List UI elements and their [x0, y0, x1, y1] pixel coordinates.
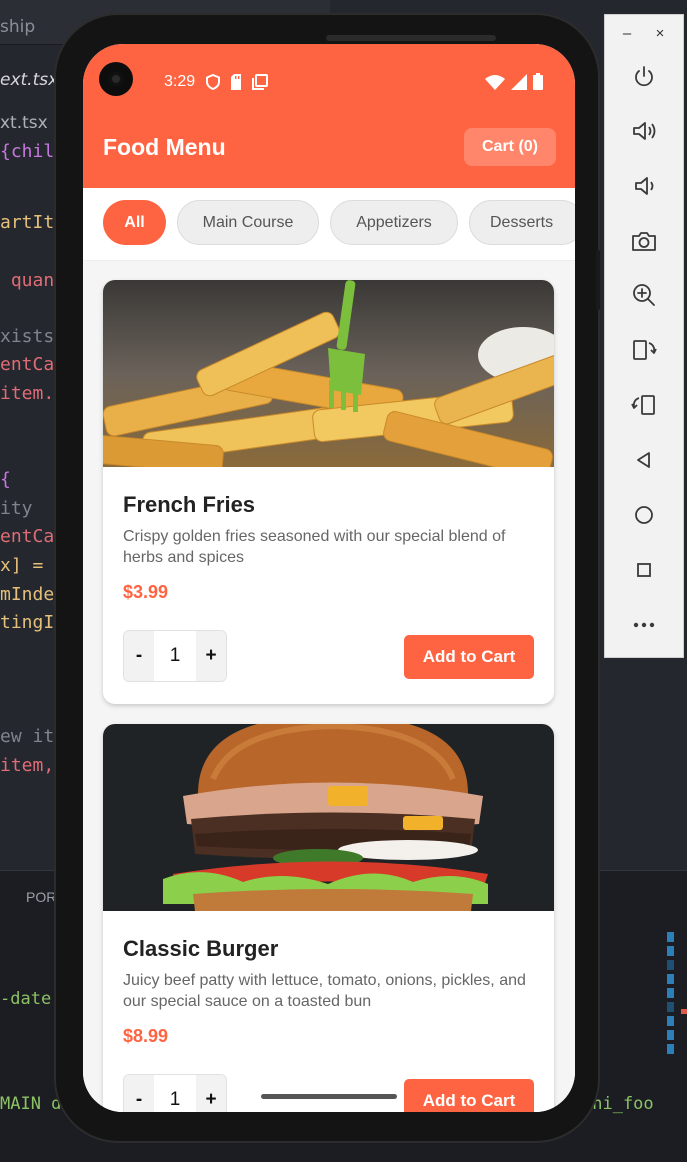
signal-icon [511, 73, 527, 90]
code-line: item. [0, 383, 55, 404]
battery-icon [533, 73, 543, 90]
item-description: Crispy golden fries seasoned with our sp… [123, 528, 506, 566]
shield-icon [206, 74, 220, 90]
volume-down-icon[interactable] [605, 166, 683, 206]
scrollbar-error-marker [681, 1009, 687, 1014]
quantity-stepper: - 1 + [123, 1074, 227, 1112]
code-line: {chil [0, 141, 55, 162]
code-line: entCa [0, 354, 55, 375]
cart-button[interactable]: Cart (0) [464, 128, 556, 166]
code-line: ity [0, 498, 33, 519]
rotate-right-icon[interactable] [605, 385, 683, 425]
menu-item-card: Classic Burger Juicy beef patty with let… [103, 724, 554, 1112]
menu-item-card: French Fries Crispy golden fries seasone… [103, 280, 554, 704]
quantity-stepper: - 1 + [123, 630, 227, 682]
screenshot-icon [252, 74, 268, 90]
camera-icon[interactable] [605, 221, 683, 261]
status-time: 3:29 [164, 73, 196, 90]
classic-burger-image [103, 724, 554, 911]
editor-breadcrumb[interactable]: xt.tsx [0, 113, 48, 133]
item-name: Classic Burger [123, 936, 279, 961]
status-bar: 3:29 [83, 44, 575, 124]
quantity-value: 1 [154, 631, 196, 681]
phone-speaker [326, 35, 496, 41]
status-notification-icons [206, 74, 268, 90]
code-line: entCa [0, 526, 55, 547]
volume-up-icon[interactable] [605, 111, 683, 151]
sd-card-icon [231, 74, 241, 90]
code-line: { [0, 469, 11, 490]
status-system-icons [485, 73, 543, 90]
more-icon[interactable] [605, 605, 683, 645]
emulator-toolbar: – × [604, 14, 684, 658]
wifi-icon [485, 74, 505, 90]
code-line: xists [0, 326, 55, 347]
french-fries-image [103, 280, 554, 467]
back-icon[interactable] [605, 440, 683, 480]
power-icon[interactable] [605, 57, 683, 97]
editor-file-tab[interactable]: ext.tsx [0, 70, 58, 90]
code-line: quan [0, 270, 55, 291]
terminal-line: -date [0, 989, 52, 1009]
page-title: Food Menu [103, 134, 226, 160]
minimap[interactable] [667, 932, 675, 1072]
app-header: Food Menu Cart (0) [83, 124, 575, 188]
phone-screen: 3:29 Food Menu Cart (0) All Main Course … [83, 44, 575, 1112]
code-line: item, [0, 755, 55, 776]
code-line: mInde [0, 584, 55, 605]
minimize-button[interactable]: – [615, 21, 639, 45]
add-to-cart-button[interactable]: Add to Cart [404, 635, 534, 679]
home-icon[interactable] [605, 495, 683, 535]
overview-icon[interactable] [605, 550, 683, 590]
increment-button[interactable]: + [196, 631, 226, 681]
code-line: ew it [0, 726, 55, 747]
item-price: $8.99 [123, 1026, 169, 1046]
decrement-button[interactable]: - [124, 1075, 154, 1112]
terminal-tab[interactable]: POR [26, 889, 56, 905]
decrement-button[interactable]: - [124, 631, 154, 681]
item-price: $3.99 [123, 582, 169, 602]
category-chip-main-course[interactable]: Main Course [177, 200, 319, 245]
front-camera [99, 62, 133, 96]
menu-list: French Fries Crispy golden fries seasone… [83, 261, 575, 1112]
item-name: French Fries [123, 492, 256, 517]
phone-side-button [596, 250, 600, 310]
code-line: x] = [0, 555, 55, 576]
code-line: tingI [0, 612, 55, 633]
rotate-left-icon[interactable] [605, 330, 683, 370]
category-chip-all[interactable]: All [103, 200, 166, 245]
close-button[interactable]: × [648, 21, 672, 45]
zoom-in-icon[interactable] [605, 275, 683, 315]
item-description: Juicy beef patty with lettuce, tomato, o… [123, 972, 526, 1010]
category-chip-appetizers[interactable]: Appetizers [330, 200, 458, 245]
category-chip-desserts[interactable]: Desserts [469, 200, 575, 245]
code-line: artIt [0, 212, 55, 233]
home-indicator[interactable] [261, 1094, 397, 1099]
terminal-line: MAIN d [0, 1094, 62, 1114]
increment-button[interactable]: + [196, 1075, 226, 1112]
editor-tab-title[interactable]: ship [0, 17, 35, 37]
quantity-value: 1 [154, 1075, 196, 1112]
add-to-cart-button[interactable]: Add to Cart [404, 1079, 534, 1112]
category-filter-bar: All Main Course Appetizers Desserts [83, 188, 575, 261]
